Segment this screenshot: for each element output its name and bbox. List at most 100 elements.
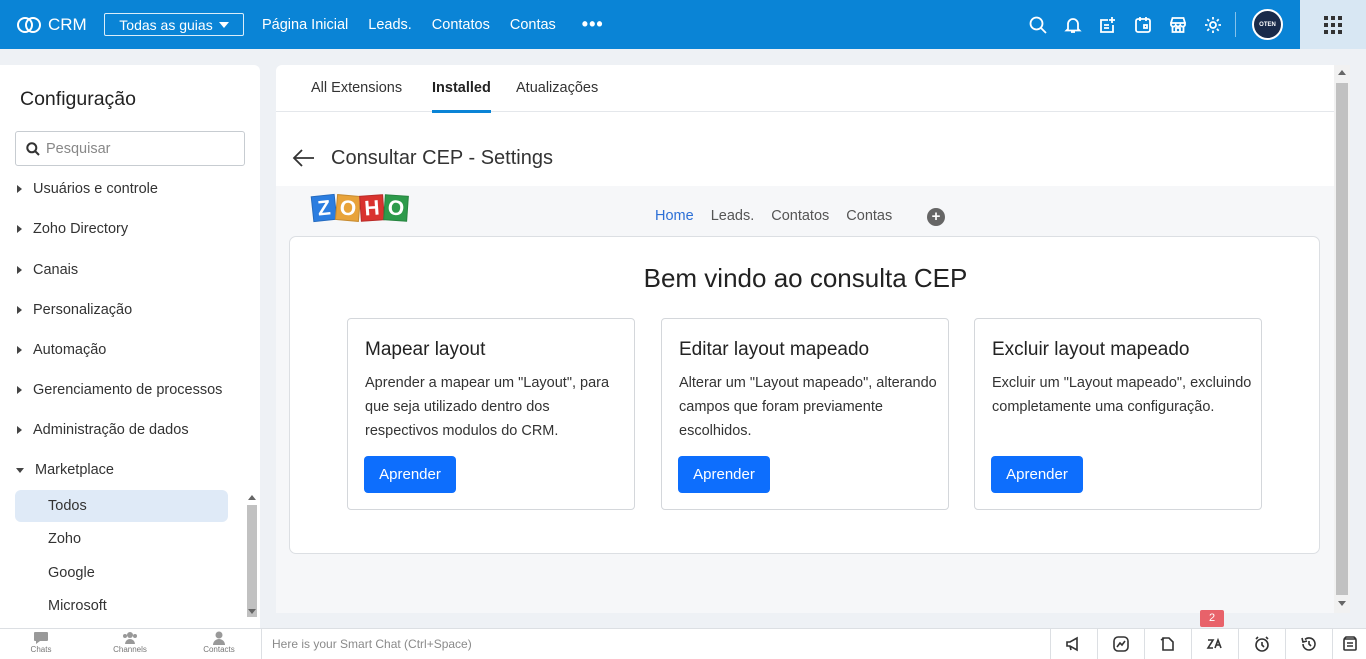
top-icons [1020,0,1230,49]
expand-arrow-icon [17,426,22,434]
main-scrollbar[interactable] [1334,65,1350,613]
history-icon[interactable] [1285,629,1332,659]
chats-button[interactable]: Chats [11,631,71,654]
users-group-icon [123,632,137,644]
marketplace-icon[interactable] [1160,0,1195,49]
nav-contacts[interactable]: Contatos [432,17,490,33]
create-record-icon[interactable] [1090,0,1125,49]
avatar-text: OTEN [1259,21,1276,28]
sidebar-item-users[interactable]: Usuários e controle [0,175,245,203]
sidebar-subitem-google[interactable]: Google [15,557,228,589]
person-icon [213,631,225,645]
sidebar-item-label: Marketplace [35,462,114,478]
channels-button[interactable]: Channels [100,631,160,654]
sidebar-item-marketplace[interactable]: Marketplace [0,456,245,484]
card-title: Mapear layout [365,339,486,360]
logo-letter: O [383,194,409,222]
announcement-icon[interactable] [1050,629,1097,659]
tab-all-extensions[interactable]: All Extensions [311,80,402,96]
calendar-icon[interactable] [1125,0,1160,49]
smart-chat-input[interactable]: Here is your Smart Chat (Ctrl+Space) [261,629,1051,659]
card-delete-layout: Excluir layout mapeado Excluir um "Layou… [974,318,1262,510]
sidebar-item-label: Zoho Directory [33,221,129,237]
crm-logo-icon [17,16,41,33]
sidebar-item-label: Canais [33,262,79,278]
scroll-thumb[interactable] [1336,83,1348,595]
sidebar-item-automation[interactable]: Automação [0,336,245,364]
contacts-button[interactable]: Contacts [189,631,249,654]
learn-button[interactable]: Aprender [678,456,770,493]
scroll-down-icon[interactable] [1338,601,1346,606]
settings-sidebar: Configuração Pesquisar Usuários e contro… [0,65,260,628]
analytics-icon[interactable] [1097,629,1144,659]
extension-tabs: All Extensions Installed Atualizações [276,65,1334,113]
sidebar-item-zoho-directory[interactable]: Zoho Directory [0,215,245,243]
all-tabs-label: Todas as guias [119,16,213,33]
sidebar-scrollbar[interactable] [245,493,259,618]
card-text: Aprender a mapear um "Layout", para que … [365,375,610,439]
zia-icon[interactable] [1191,629,1238,659]
learn-button[interactable]: Aprender [991,456,1083,493]
app-name: CRM [48,14,87,34]
avatar[interactable]: OTEN [1252,9,1283,40]
grid-icon [1324,15,1342,34]
scroll-up-icon[interactable] [1338,70,1346,75]
top-bar: CRM Todas as guias Página Inicial Leads.… [0,0,1366,49]
collapse-arrow-icon [16,467,24,473]
scroll-thumb[interactable] [247,505,257,617]
bell-icon[interactable] [1055,0,1090,49]
sidebar-item-label: Usuários e controle [33,181,158,197]
sidebar-item-label: Administração de dados [33,422,189,438]
nav-leads[interactable]: Leads. [368,17,412,33]
sidebar-item-process-management[interactable]: Gerenciamento de processos [0,376,245,404]
scroll-up-icon[interactable] [248,495,256,500]
sidebar-item-label: Personalização [33,302,133,318]
widget-nav-home[interactable]: Home [655,208,694,224]
more-tabs-button[interactable]: ••• [582,14,604,35]
bottom-bar: Chats Channels Contacts Here is your Sma… [0,610,1366,659]
logo-letter: O [334,194,362,222]
learn-button[interactable]: Aprender [364,456,456,493]
card-map-layout: Mapear layout Aprender a mapear um "Layo… [347,318,635,510]
expand-arrow-icon [17,185,22,193]
sidebar-subitem-all[interactable]: Todos [15,490,228,522]
notes-icon[interactable] [1332,629,1366,659]
tab-installed[interactable]: Installed [432,80,491,113]
sidebar-item-customization[interactable]: Personalização [0,296,245,324]
search-icon [26,141,40,156]
expand-arrow-icon [17,225,22,233]
tab-updates[interactable]: Atualizações [516,80,598,96]
sidebar-item-data-administration[interactable]: Administração de dados [0,416,245,444]
widget-nav: Home Leads. Contatos Contas [655,208,909,224]
widget-nav-accounts[interactable]: Contas [846,208,892,224]
nav-accounts[interactable]: Contas [510,17,556,33]
apps-grid-button[interactable] [1300,0,1366,49]
welcome-heading: Bem vindo ao consulta CEP [643,263,968,293]
card-edit-layout: Editar layout mapeado Alterar um "Layout… [661,318,949,510]
widget-nav-leads[interactable]: Leads. [711,208,755,224]
expand-arrow-icon [17,386,22,394]
widget-nav-contacts[interactable]: Contatos [771,208,829,224]
add-circle-icon[interactable]: + [927,208,945,226]
back-arrow-icon[interactable] [292,148,316,168]
card-title: Editar layout mapeado [679,339,870,360]
expand-arrow-icon [17,266,22,274]
sidebar-item-label: Automação [33,342,107,358]
scroll-down-icon[interactable] [248,609,256,614]
sidebar-item-label: Gerenciamento de processos [33,382,223,398]
sidebar-search-input[interactable]: Pesquisar [15,131,245,166]
alarm-clock-icon[interactable] [1238,629,1285,659]
crm-brand[interactable]: CRM [16,14,104,36]
channels-label: Channels [113,645,147,654]
sidebar-subitem-microsoft[interactable]: Microsoft [15,590,228,622]
search-icon[interactable] [1020,0,1055,49]
gear-icon[interactable] [1195,0,1230,49]
expand-arrow-icon [17,306,22,314]
sidebar-subitem-zoho[interactable]: Zoho [15,523,228,555]
reminder-icon[interactable] [1144,629,1191,659]
nav-home[interactable]: Página Inicial [262,17,348,33]
card-text: Excluir um "Layout mapeado", excluindo c… [992,375,1252,415]
all-tabs-dropdown[interactable]: Todas as guias [104,13,244,36]
sidebar-item-channels[interactable]: Canais [0,256,245,284]
welcome-panel: Bem vindo ao consulta CEP Mapear layout … [289,236,1320,554]
